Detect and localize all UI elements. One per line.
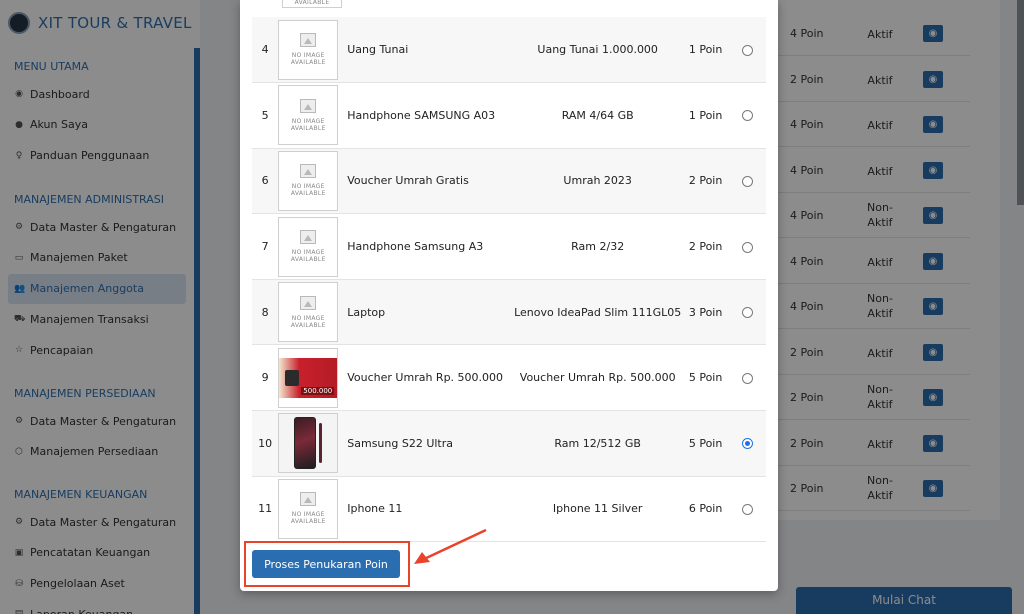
reward-image: 500.000 — [278, 347, 339, 408]
reward-name: Handphone Samsung A3 — [347, 240, 484, 254]
phone-image — [279, 414, 338, 473]
voucher-image: 500.000 — [279, 357, 338, 398]
reward-points: 1 Poin — [688, 43, 723, 57]
reward-spec: RAM 4/64 GB — [561, 108, 634, 122]
no-image-text: NO IMAGE AVAILABLE — [290, 511, 326, 526]
no-image-text: NO IMAGE AVAILABLE — [290, 183, 326, 198]
reward-radio[interactable] — [742, 503, 754, 515]
reward-row[interactable]: 8 NO IMAGE AVAILABLE Laptop Lenovo IdeaPad … — [252, 279, 766, 345]
reward-radio[interactable] — [742, 372, 754, 384]
reward-name: Handphone SAMSUNG A03 — [347, 108, 496, 122]
reward-name: Samsung S22 Ultra — [347, 436, 454, 450]
reward-points: 5 Poin — [688, 436, 723, 450]
reward-radio[interactable] — [742, 110, 754, 122]
reward-row[interactable]: 6 NO IMAGE AVAILABLE Voucher Umrah Gratis U… — [252, 148, 766, 214]
redeem-points-button[interactable]: Proses Penukaran Poin — [252, 550, 400, 578]
reward-radio[interactable] — [742, 438, 754, 450]
select-cell — [730, 83, 766, 149]
reward-points: 1 Poin — [688, 108, 723, 122]
image-cell: NO IMAGE AVAILABLE — [278, 279, 345, 345]
reward-row[interactable]: 5 NO IMAGE AVAILABLE Handphone SAMSUNG A03… — [252, 83, 766, 149]
reward-points: 2 Poin — [688, 240, 723, 254]
partial-row-image-text: AVAILABLE — [294, 0, 330, 6]
reward-spec: Ram 12/512 GB — [554, 436, 641, 450]
reward-row[interactable]: 9 500.000 Voucher Umrah Rp. 500.000 Voucher… — [252, 345, 766, 411]
select-cell — [730, 411, 766, 477]
no-image-icon — [300, 295, 317, 310]
reward-image — [278, 413, 339, 474]
reward-image: NO IMAGE AVAILABLE — [278, 216, 339, 277]
reward-radio[interactable] — [742, 241, 754, 253]
reward-spec: Umrah 2023 — [563, 174, 632, 188]
reward-name: Uang Tunai — [347, 43, 409, 57]
select-cell — [730, 345, 766, 411]
select-cell — [730, 148, 766, 214]
reward-points: 2 Poin — [688, 174, 723, 188]
reward-row[interactable]: 4 NO IMAGE AVAILABLE Uang Tunai Uang Tunai … — [252, 17, 766, 83]
reward-name: Voucher Umrah Rp. 500.000 — [347, 371, 504, 385]
row-number: 6 — [261, 174, 269, 188]
row-number: 10 — [258, 436, 273, 450]
row-number: 4 — [261, 43, 269, 57]
reward-radio[interactable] — [742, 44, 754, 56]
image-cell: NO IMAGE AVAILABLE — [278, 148, 345, 214]
select-cell — [730, 17, 766, 83]
image-cell: NO IMAGE AVAILABLE — [278, 17, 345, 83]
image-cell: 500.000 — [278, 345, 345, 411]
row-number: 5 — [261, 108, 269, 122]
reward-spec: Voucher Umrah Rp. 500.000 — [519, 371, 676, 385]
no-image-text: NO IMAGE AVAILABLE — [290, 52, 326, 67]
reward-points: 5 Poin — [688, 371, 723, 385]
reward-spec: Ram 2/32 — [571, 240, 625, 254]
voucher-amount: 500.000 — [301, 386, 335, 395]
redeem-points-modal: AVAILABLE 4 NO IMAGE AVAILABLE Uang Tunai U… — [240, 0, 778, 591]
no-image-icon — [300, 164, 317, 179]
reward-radio[interactable] — [742, 307, 754, 319]
reward-points: 6 Poin — [688, 502, 723, 516]
reward-image: NO IMAGE AVAILABLE — [278, 478, 339, 539]
select-cell — [730, 279, 766, 345]
reward-name: Voucher Umrah Gratis — [347, 174, 469, 188]
no-image-text: NO IMAGE AVAILABLE — [290, 249, 326, 264]
no-image-icon — [300, 230, 317, 245]
row-number: 7 — [261, 240, 269, 254]
reward-table: 4 NO IMAGE AVAILABLE Uang Tunai Uang Tunai … — [252, 17, 766, 542]
reward-row[interactable]: 7 NO IMAGE AVAILABLE Handphone Samsung A3 R… — [252, 214, 766, 280]
no-image-icon — [300, 33, 317, 48]
partial-row-image: AVAILABLE — [282, 0, 342, 8]
reward-spec: Uang Tunai 1.000.000 — [537, 43, 658, 57]
reward-row[interactable]: 11 NO IMAGE AVAILABLE Iphone 11 Iphone 11 S… — [252, 476, 766, 542]
no-image-text: NO IMAGE AVAILABLE — [290, 117, 326, 132]
no-image-icon — [300, 98, 317, 113]
image-cell: NO IMAGE AVAILABLE — [278, 214, 345, 280]
image-cell: NO IMAGE AVAILABLE — [278, 83, 345, 149]
reward-radio[interactable] — [742, 175, 754, 187]
annotation-arrow-icon — [414, 528, 487, 564]
reward-spec: Iphone 11 Silver — [552, 502, 643, 516]
row-number: 8 — [261, 305, 269, 319]
reward-image: NO IMAGE AVAILABLE — [278, 85, 339, 146]
image-cell — [278, 411, 345, 477]
image-cell: NO IMAGE AVAILABLE — [278, 476, 345, 542]
select-cell — [730, 214, 766, 280]
no-image-text: NO IMAGE AVAILABLE — [290, 314, 326, 329]
reward-spec: Lenovo IdeaPad Slim 111GL05 — [514, 305, 682, 319]
reward-name: Laptop — [347, 305, 386, 319]
no-image-icon — [300, 492, 317, 507]
reward-image: NO IMAGE AVAILABLE — [278, 282, 339, 343]
reward-points: 3 Poin — [688, 305, 723, 319]
reward-row[interactable]: 10 Samsung S22 Ultra Ram 12/512 GB 5 Poin — [252, 410, 766, 477]
reward-image: NO IMAGE AVAILABLE — [278, 19, 339, 80]
reward-image: NO IMAGE AVAILABLE — [278, 150, 339, 211]
row-number: 9 — [261, 371, 269, 385]
select-cell — [730, 476, 766, 542]
row-number: 11 — [258, 502, 273, 516]
